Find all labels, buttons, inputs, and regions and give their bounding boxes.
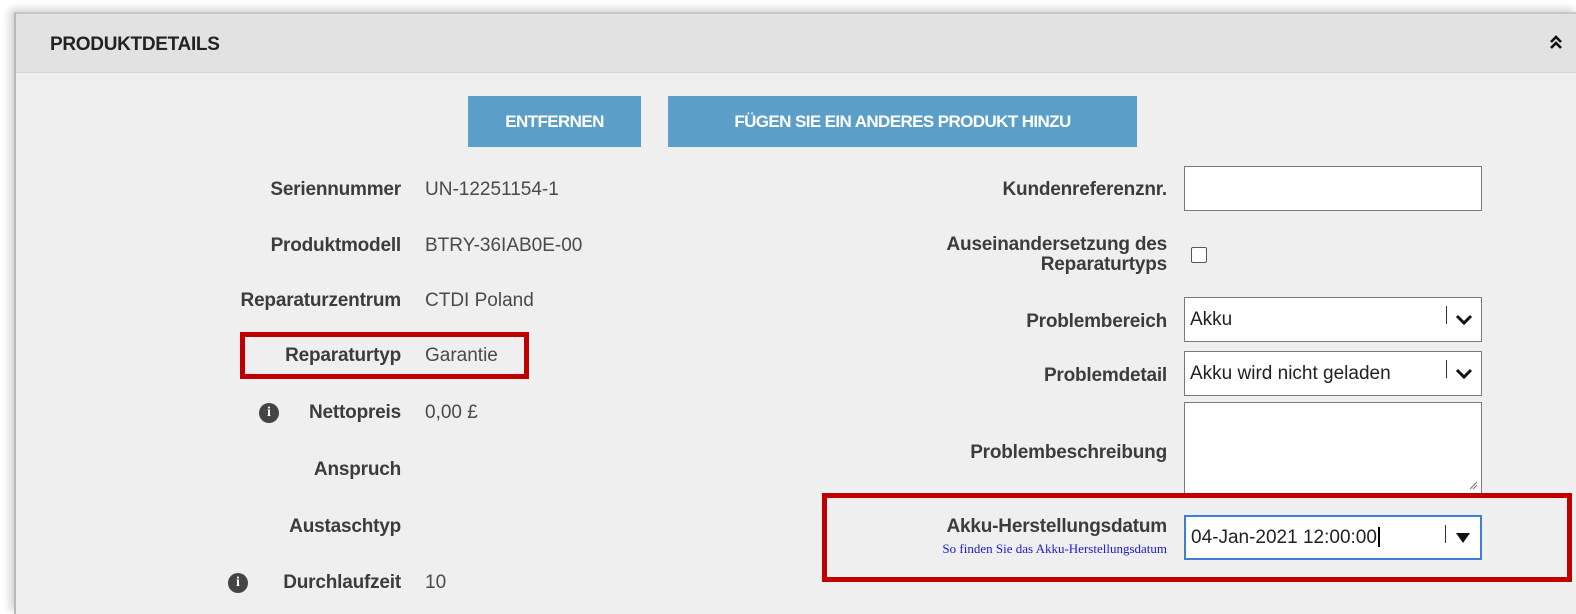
chevron-down-icon[interactable] xyxy=(1455,367,1473,381)
problem-detail-select[interactable]: Akku wird nicht geladen xyxy=(1184,351,1482,396)
problem-detail-label: Problemdetail xyxy=(1043,365,1167,386)
resize-handle-icon[interactable] xyxy=(1469,481,1478,490)
repair-dispute-label-line1: Auseinandersetzung des xyxy=(946,234,1168,255)
product-model-value: BTRY-36IAB0E-00 xyxy=(425,235,583,256)
problem-area-label: Problembereich xyxy=(1026,311,1167,332)
problem-detail-value: Akku wird nicht geladen xyxy=(1190,362,1391,384)
panel-title: PRODUKTDETAILS xyxy=(50,34,220,55)
battery-date-select[interactable]: 04-Jan-2021 12:00:00 xyxy=(1184,515,1482,560)
repair-center-value: CTDI Poland xyxy=(425,290,534,311)
chevron-down-icon[interactable] xyxy=(1455,313,1473,327)
repair-dispute-label: Auseinandersetzung des Reparaturtyps xyxy=(946,234,1168,275)
turnaround-info-icon[interactable]: i xyxy=(228,573,248,593)
repair-type-highlight xyxy=(240,332,529,379)
battery-date-label: Akku-Herstellungsdatum xyxy=(946,516,1168,537)
select-separator xyxy=(1445,525,1446,543)
problem-area-value: Akku xyxy=(1190,308,1233,330)
customer-ref-label: Kundenreferenznr. xyxy=(1002,179,1168,200)
turnaround-value: 10 xyxy=(425,572,447,593)
select-separator xyxy=(1446,360,1447,378)
product-details-panel: PRODUKTDETAILS ENTFERNEN FÜGEN SIE EIN A… xyxy=(14,12,1576,614)
problem-area-select[interactable]: Akku xyxy=(1184,297,1482,342)
battery-date-value[interactable]: 04-Jan-2021 12:00:00 xyxy=(1191,527,1380,549)
exchange-type-label: Austaschtyp xyxy=(289,516,401,537)
turnaround-label: Durchlaufzeit xyxy=(283,572,401,593)
panel-header[interactable]: PRODUKTDETAILS xyxy=(16,14,1576,73)
problem-description-label: Problembeschreibung xyxy=(970,442,1167,463)
net-price-info-icon[interactable]: i xyxy=(259,403,279,423)
repair-center-label: Reparaturzentrum xyxy=(240,290,402,311)
battery-date-text: 04-Jan-2021 12:00:00 xyxy=(1191,526,1377,548)
net-price-label: Nettopreis xyxy=(309,402,401,423)
problem-description-textarea[interactable] xyxy=(1184,402,1482,494)
collapse-icon[interactable] xyxy=(1548,34,1564,50)
text-caret xyxy=(1377,527,1380,548)
add-product-button[interactable]: FÜGEN SIE EIN ANDERES PRODUKT HINZU xyxy=(668,96,1137,147)
repair-dispute-checkbox[interactable] xyxy=(1191,247,1207,263)
remove-button[interactable]: ENTFERNEN xyxy=(468,96,641,147)
battery-date-help-link[interactable]: So finden Sie das Akku-Herstellungsdatum xyxy=(942,541,1167,557)
serial-number-value: UN-12251154-1 xyxy=(425,179,559,200)
repair-dispute-label-line2: Reparaturtyps xyxy=(1040,254,1167,275)
triangle-down-icon[interactable] xyxy=(1454,531,1472,545)
claim-label: Anspruch xyxy=(313,459,401,480)
serial-number-label: Seriennummer xyxy=(270,179,401,200)
customer-ref-input[interactable] xyxy=(1184,166,1482,211)
select-separator xyxy=(1446,306,1447,324)
product-model-label: Produktmodell xyxy=(270,235,402,256)
net-price-value: 0,00 £ xyxy=(425,402,478,423)
